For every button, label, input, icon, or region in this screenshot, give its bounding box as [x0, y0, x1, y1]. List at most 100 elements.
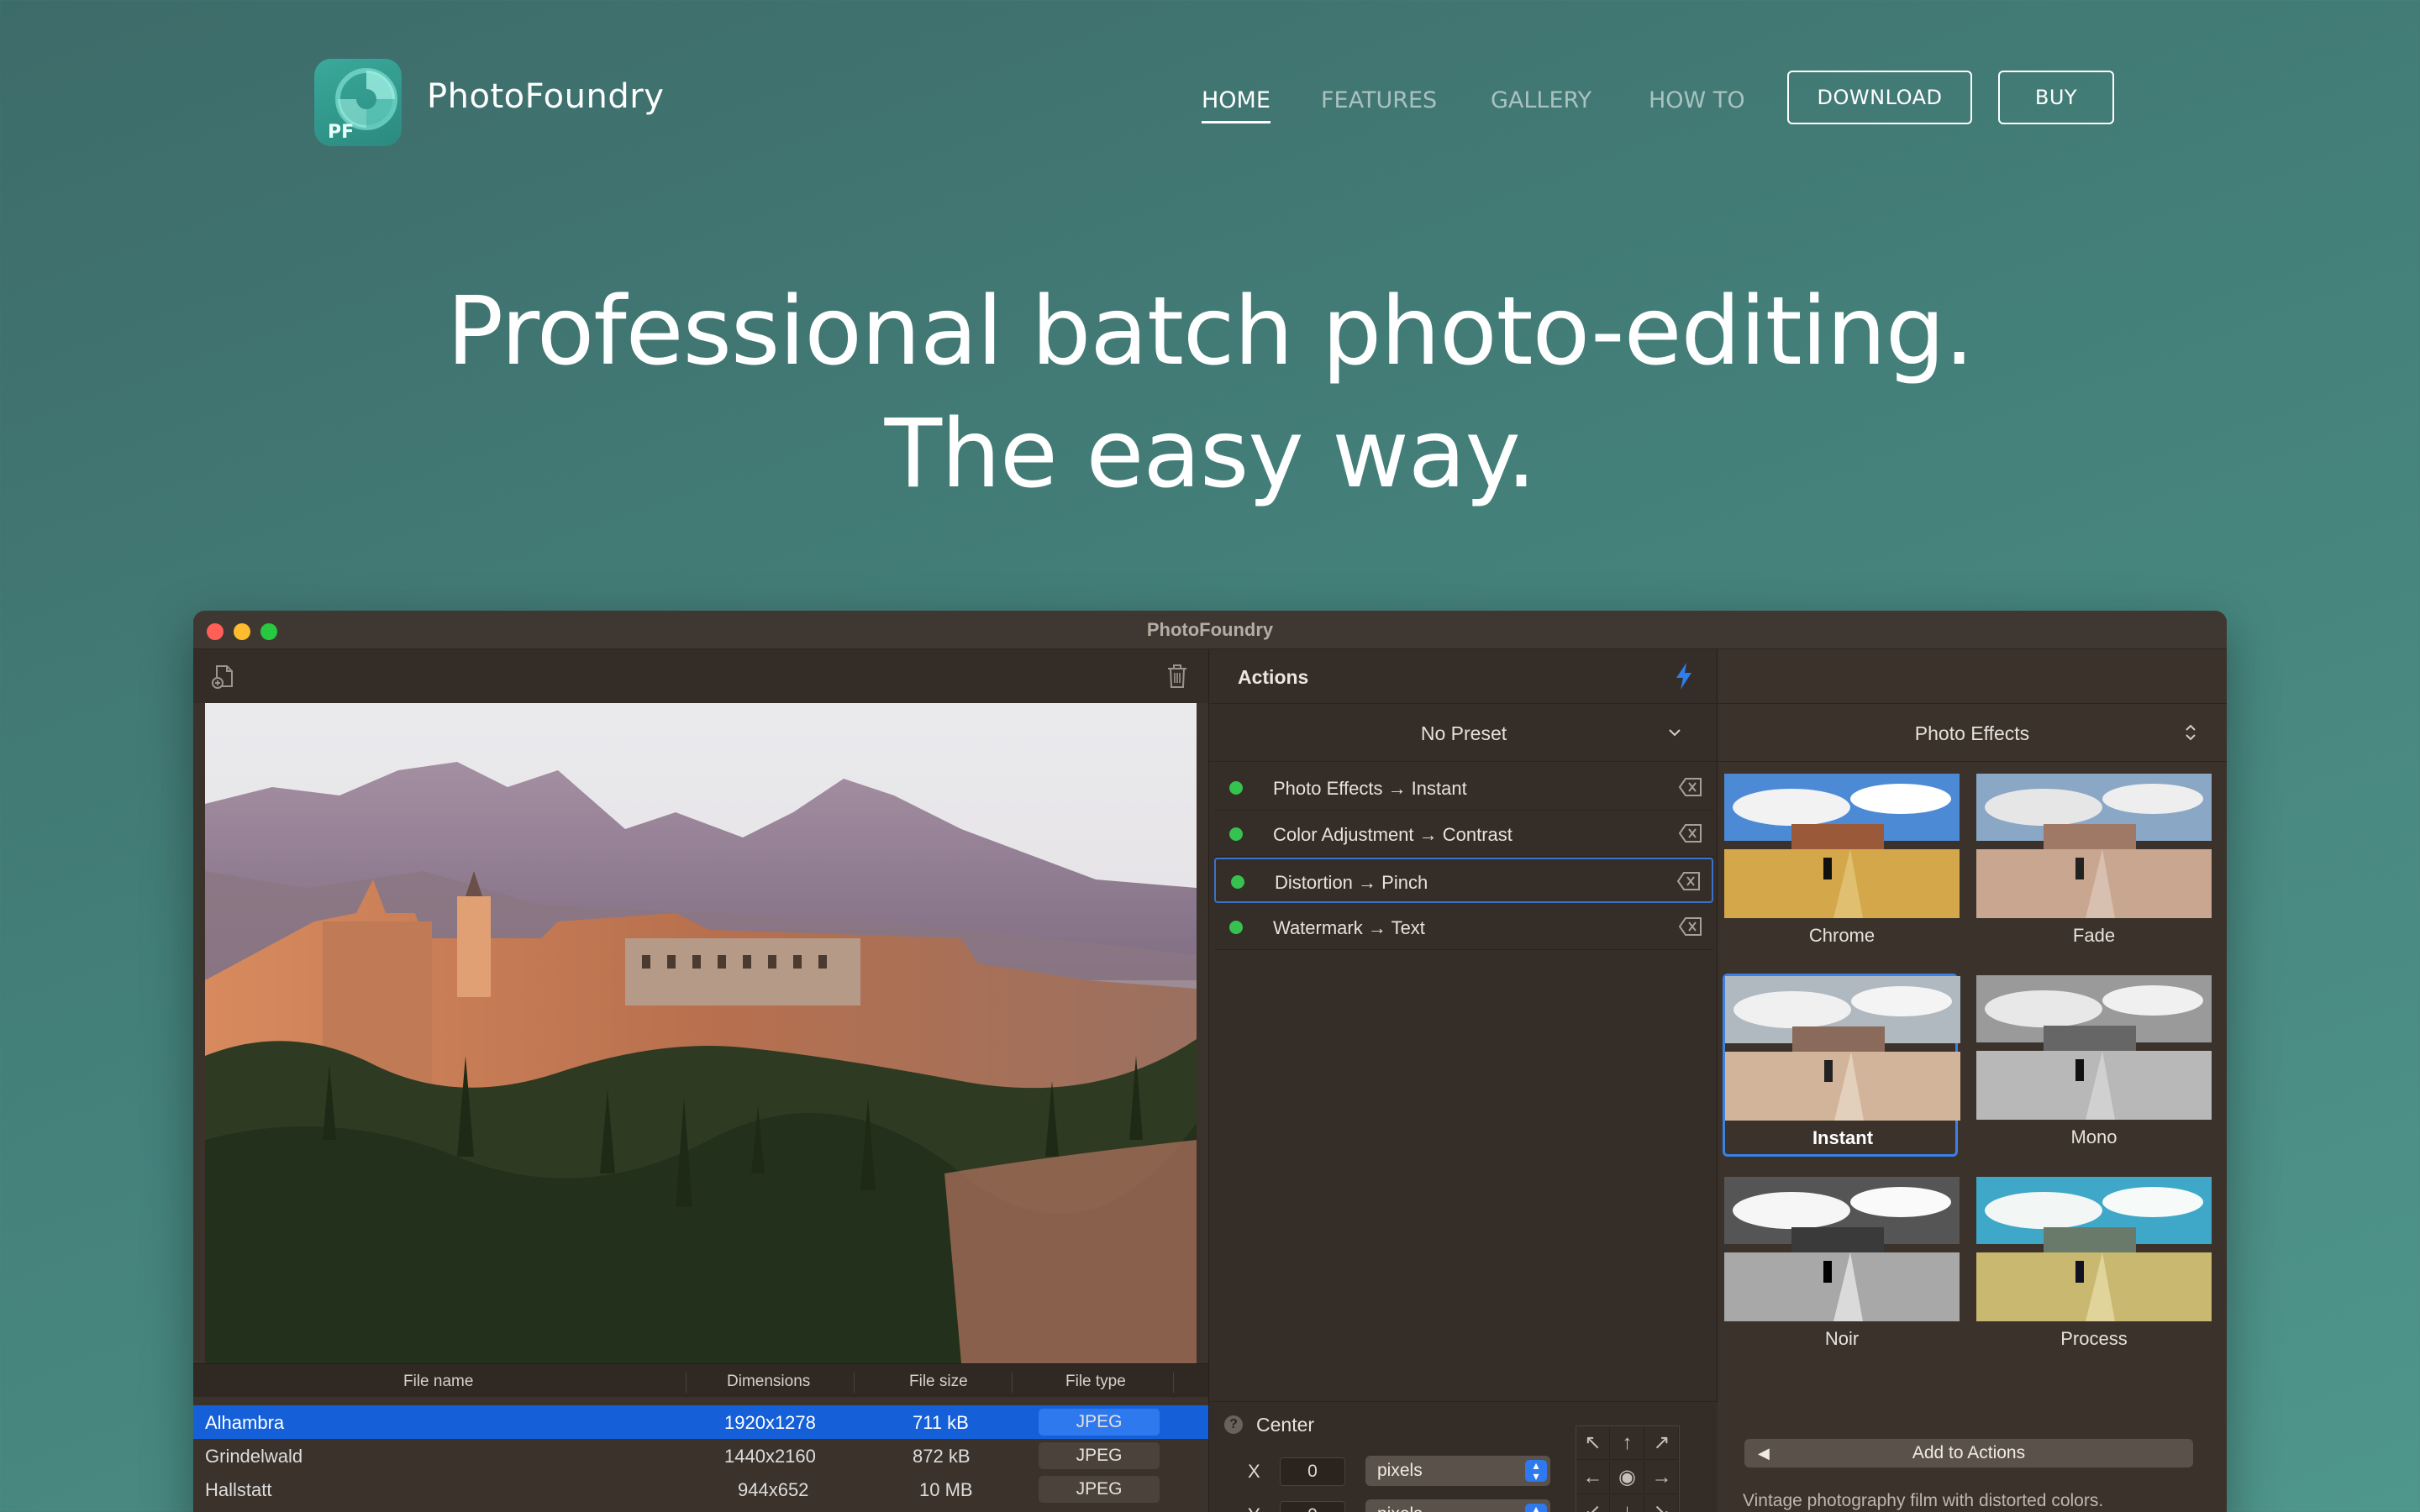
actions-pane: Actions No Preset Photo Effects → Instan… — [1208, 649, 1903, 1512]
anchor-grid: ↖ ↑ ↗ ← ◉ → ↙ ↓ ↘ — [1576, 1425, 1680, 1512]
file-type-badge: JPEG — [1039, 1476, 1160, 1503]
action-item-selected[interactable]: Distortion → Pinch — [1214, 858, 1713, 903]
dimensions-cell: 1920x1278 — [724, 1412, 816, 1433]
effect-label: Process — [2060, 1328, 2128, 1349]
updown-chevron-icon — [2186, 724, 2196, 741]
anchor-center-icon[interactable]: ◉ — [1611, 1461, 1644, 1494]
arrow-down-left-icon[interactable]: ↙ — [1576, 1495, 1610, 1512]
logo-text: PF — [328, 122, 355, 143]
file-type-badge: JPEG — [1039, 1409, 1160, 1436]
nav-how-to[interactable]: HOW TO — [1649, 87, 1745, 113]
file-size-cell: 711 kB — [913, 1412, 969, 1433]
buy-button[interactable]: BUY — [1998, 71, 2114, 124]
effect-thumb-instant[interactable]: Instant — [1723, 974, 1960, 1157]
effect-thumb-mono[interactable]: Mono — [1976, 975, 2212, 1158]
preset-dropdown[interactable]: No Preset — [1209, 703, 1718, 762]
arrow-down-right-icon[interactable]: ↘ — [1645, 1495, 1679, 1512]
effect-thumb-fade[interactable]: Fade — [1976, 774, 2212, 957]
delete-action-icon[interactable] — [1676, 870, 1702, 892]
effect-thumb-chrome[interactable]: Chrome — [1724, 774, 1960, 957]
brand-name[interactable]: PhotoFoundry — [427, 77, 664, 116]
enabled-indicator[interactable] — [1231, 875, 1244, 889]
effect-preview-image — [1724, 774, 1960, 918]
center-parameter-panel: ? Center X 0 pixels ▴▾ Y 0 pixels ▴▾ ↖ — [1209, 1401, 1718, 1512]
enabled-indicator[interactable] — [1229, 921, 1243, 934]
effect-preview-image — [1725, 976, 1960, 1121]
table-row[interactable]: Alhambra 1920x1278 711 kB JPEG — [193, 1405, 1208, 1439]
delete-action-icon[interactable] — [1678, 822, 1703, 844]
y-input[interactable]: 0 — [1280, 1501, 1345, 1512]
action-item[interactable]: Photo Effects → Instant — [1214, 765, 1713, 811]
arrow-down-icon[interactable]: ↓ — [1611, 1495, 1644, 1512]
column-file-type[interactable]: File type — [1065, 1373, 1126, 1391]
effect-label: Instant — [1812, 1127, 1874, 1148]
effect-preview-image — [1976, 1177, 2212, 1321]
dimensions-cell: 944x652 — [738, 1479, 809, 1500]
files-toolbar — [193, 649, 1208, 703]
back-triangle-icon: ◀ — [1758, 1445, 1770, 1462]
y-unit-value: pixels — [1377, 1504, 1423, 1512]
help-icon[interactable]: ? — [1224, 1415, 1243, 1434]
brand-logo[interactable]: PF — [314, 59, 402, 146]
action-item[interactable]: Color Adjustment → Contrast — [1214, 811, 1713, 857]
effects-pane: Photo Effects Chrome Fade Instant Mono N… — [1718, 649, 2227, 1512]
trash-icon[interactable] — [1165, 663, 1190, 690]
nav-features[interactable]: FEATURES — [1321, 87, 1437, 113]
effect-category-select[interactable]: Photo Effects — [1718, 703, 2227, 762]
x-unit-select[interactable]: pixels ▴ ▾ — [1365, 1456, 1550, 1486]
file-type-badge: JPEG — [1039, 1442, 1160, 1469]
title-bar: PhotoFoundry — [193, 611, 2227, 649]
nav-home[interactable]: HOME — [1202, 87, 1270, 123]
delete-action-icon[interactable] — [1678, 916, 1703, 937]
table-row[interactable]: Hallstatt 944x652 10 MB JPEG — [193, 1473, 1208, 1506]
arrow-up-icon[interactable]: ↑ — [1611, 1426, 1644, 1460]
add-file-icon[interactable] — [210, 663, 237, 690]
effect-preview-image — [1976, 975, 2212, 1120]
enabled-indicator[interactable] — [1229, 781, 1243, 795]
effect-preview-image — [1724, 1177, 1960, 1321]
column-file-size[interactable]: File size — [909, 1373, 968, 1391]
y-unit-select[interactable]: pixels ▴▾ — [1365, 1499, 1550, 1512]
action-label: Distortion → Pinch — [1275, 872, 1428, 893]
delete-action-icon[interactable] — [1678, 776, 1703, 798]
add-to-actions-label: Add to Actions — [1912, 1443, 2026, 1462]
file-name-cell: Alhambra — [205, 1412, 285, 1433]
x-label: X — [1248, 1461, 1260, 1482]
file-size-cell: 10 MB — [919, 1479, 973, 1500]
updown-arrows-icon: ▴▾ — [1525, 1459, 1547, 1482]
column-file-name[interactable]: File name — [403, 1373, 473, 1391]
file-name-cell: Grindelwald — [205, 1446, 303, 1467]
lightning-icon[interactable] — [1673, 661, 1695, 691]
action-label: Color Adjustment → Contrast — [1273, 824, 1512, 845]
arrow-right-icon[interactable]: → — [1645, 1461, 1679, 1494]
effect-label: Fade — [2072, 925, 2116, 946]
preset-value: No Preset — [1420, 722, 1507, 744]
center-title: Center — [1256, 1414, 1315, 1436]
photo-preview[interactable] — [205, 703, 1197, 1363]
enabled-indicator[interactable] — [1229, 827, 1243, 841]
effect-thumb-noir[interactable]: Noir — [1724, 1177, 1960, 1360]
y-label: Y — [1248, 1504, 1260, 1512]
nav-gallery[interactable]: GALLERY — [1491, 87, 1591, 113]
arrow-up-left-icon[interactable]: ↖ — [1576, 1426, 1610, 1460]
download-button[interactable]: DOWNLOAD — [1787, 71, 1972, 124]
action-item[interactable]: Watermark → Text — [1214, 905, 1713, 950]
arrow-left-icon[interactable]: ← — [1576, 1461, 1610, 1494]
effect-thumb-process[interactable]: Process — [1976, 1177, 2212, 1360]
effect-preview-image — [1976, 774, 2212, 918]
hero-title-line2: The easy way. — [884, 400, 1537, 509]
effect-description: Vintage photography film with distorted … — [1743, 1491, 2104, 1510]
hero-title-line1: Professional batch photo-editing. — [446, 277, 1975, 386]
column-dimensions[interactable]: Dimensions — [727, 1373, 810, 1391]
effect-category-value: Photo Effects — [1914, 722, 2030, 744]
table-row[interactable]: Grindelwald 1440x2160 872 kB JPEG — [193, 1439, 1208, 1473]
app-window: PhotoFoundry File name Dimensions File s… — [193, 611, 2227, 1512]
arrow-up-right-icon[interactable]: ↗ — [1645, 1426, 1679, 1460]
action-label: Watermark → Text — [1273, 917, 1425, 938]
x-input[interactable]: 0 — [1280, 1457, 1345, 1486]
actions-title: Actions — [1238, 666, 1309, 688]
add-to-actions-button[interactable]: ◀ Add to Actions — [1744, 1439, 2193, 1467]
x-unit-value: pixels — [1377, 1461, 1423, 1480]
chevron-down-icon — [1669, 729, 1681, 737]
effect-label: Mono — [2070, 1126, 2118, 1147]
